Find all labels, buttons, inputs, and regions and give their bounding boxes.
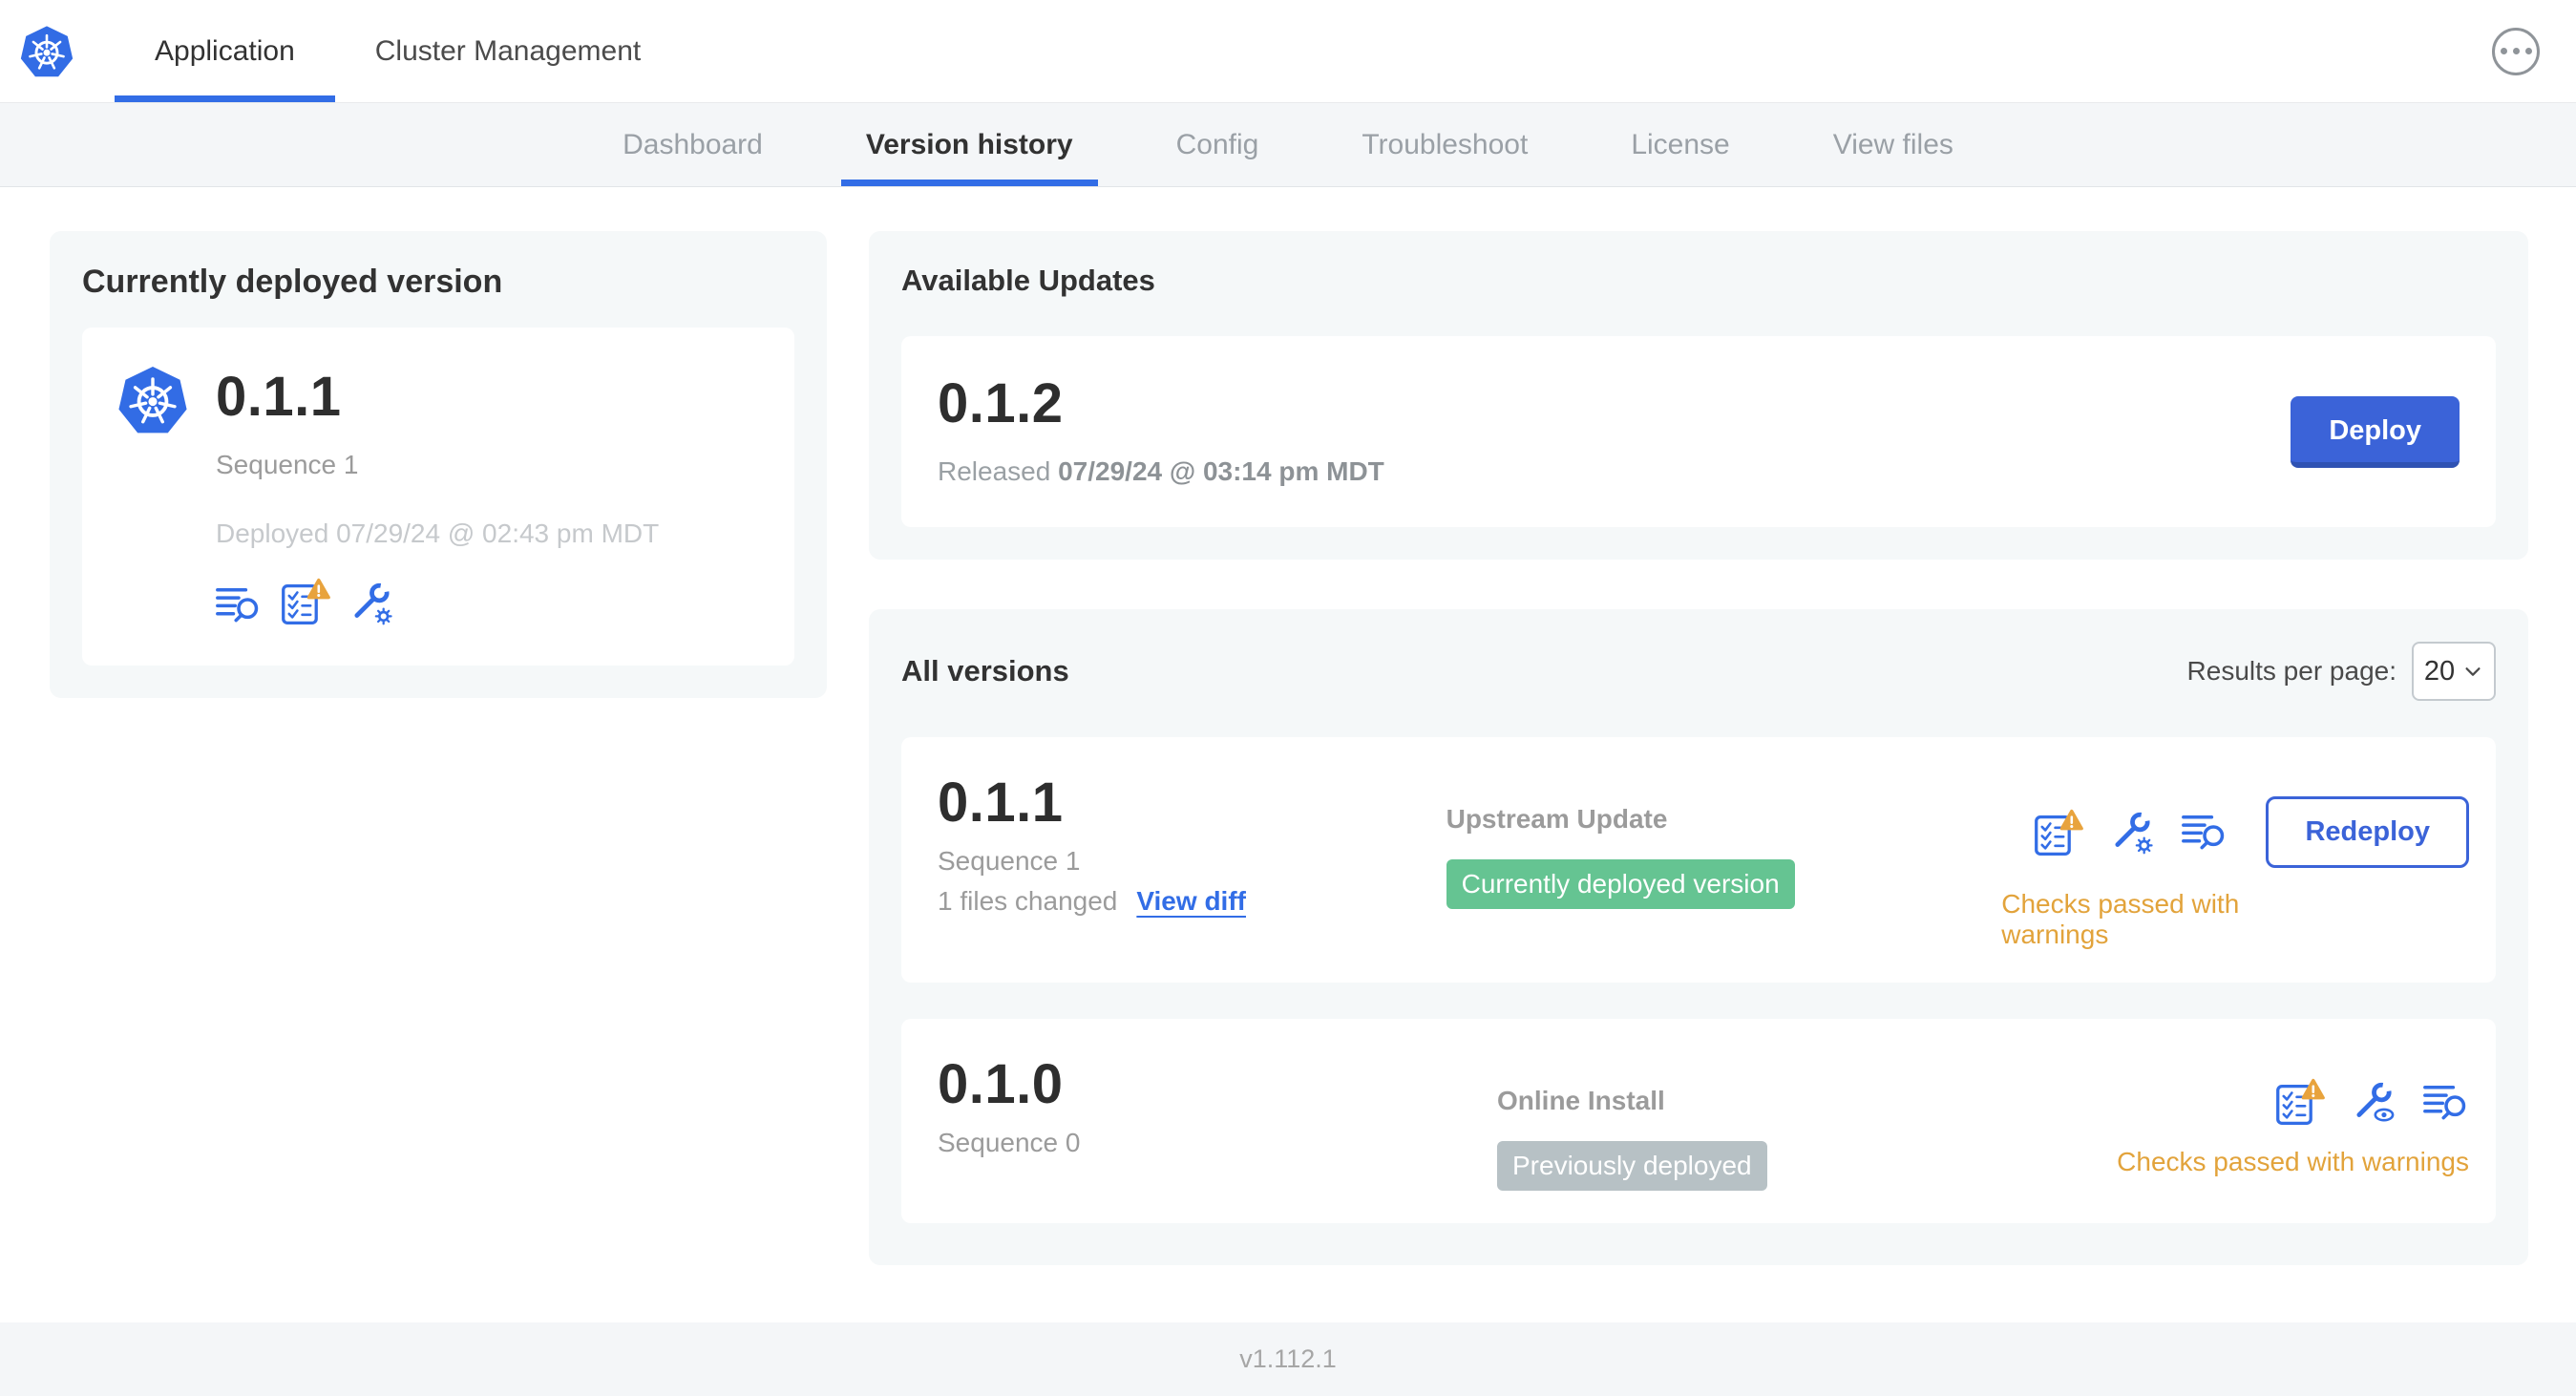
version-source: Online Install Previously deployed	[1497, 1057, 2108, 1191]
action-icons	[2275, 1078, 2469, 1126]
version-actions: Checks passed with warnings	[2117, 1057, 2469, 1177]
available-updates-title: Available Updates	[901, 264, 1155, 297]
status-badge: Previously deployed	[1497, 1141, 1767, 1191]
currently-deployed-title: Currently deployed version	[82, 264, 503, 300]
currently-deployed-panel: Currently deployed version 0.1.1 Sequenc…	[50, 231, 827, 698]
right-column: Available Updates 0.1.2 Released 07/29/2…	[869, 231, 2528, 1265]
available-update-card: 0.1.2 Released 07/29/24 @ 03:14 pm MDT D…	[901, 336, 2496, 527]
kubernetes-logo	[19, 0, 74, 102]
deployed-sequence: Sequence 1	[216, 450, 359, 479]
view-logs-icon[interactable]	[216, 584, 262, 625]
kots-admin-console: Application Cluster Management Dashboard…	[0, 0, 2576, 1396]
view-config-icon[interactable]	[2352, 1080, 2397, 1125]
version-row-0-1-0: 0.1.0 Sequence 0 Online Install Previous…	[901, 1019, 2496, 1223]
source-label: Upstream Update	[1446, 804, 1668, 834]
version-number: 0.1.0	[938, 1053, 1064, 1115]
released-timestamp: 07/29/24 @ 03:14 pm MDT	[1058, 456, 1384, 486]
source-label: Online Install	[1497, 1086, 1665, 1115]
view-logs-icon[interactable]	[2182, 812, 2228, 853]
tab-version-history-label: Version history	[865, 128, 1073, 160]
top-navbar: Application Cluster Management	[0, 0, 2576, 103]
released-label: Released	[938, 456, 1051, 486]
tab-config[interactable]: Config	[1125, 103, 1311, 186]
files-changed-line: 1 files changed View diff	[938, 886, 1446, 917]
preflight-warning-icon[interactable]	[281, 578, 330, 625]
tab-license[interactable]: License	[1579, 103, 1781, 186]
tab-config-label: Config	[1175, 128, 1259, 160]
ellipsis-icon	[2500, 48, 2507, 54]
preflight-status-text: Checks passed with warnings	[2117, 1147, 2469, 1176]
action-icons: Redeploy	[2034, 796, 2469, 868]
update-released-line: Released 07/29/24 @ 03:14 pm MDT	[938, 456, 1384, 487]
tab-troubleshoot-label: Troubleshoot	[1362, 128, 1529, 160]
status-badge: Currently deployed version	[1446, 859, 1795, 909]
tab-view-files[interactable]: View files	[1782, 103, 2005, 186]
tab-version-history[interactable]: Version history	[814, 103, 1125, 186]
all-versions-title: All versions	[901, 654, 1069, 687]
footer: v1.112.1	[0, 1322, 2576, 1396]
all-versions-panel: All versions Results per page: 20 0.1.1 …	[869, 609, 2528, 1265]
tab-dashboard[interactable]: Dashboard	[571, 103, 814, 186]
tab-troubleshoot[interactable]: Troubleshoot	[1310, 103, 1579, 186]
update-version-number: 0.1.2	[938, 372, 1064, 434]
version-row-0-1-1: 0.1.1 Sequence 1 1 files changed View di…	[901, 737, 2496, 983]
ellipsis-icon	[2524, 48, 2532, 54]
available-update-info: 0.1.2 Released 07/29/24 @ 03:14 pm MDT	[938, 376, 1384, 487]
preflight-warning-icon[interactable]	[2275, 1078, 2325, 1126]
kubernetes-logo-icon	[19, 24, 74, 79]
preflight-status-text: Checks passed with warnings	[2001, 889, 2240, 949]
version-sequence: Sequence 0	[938, 1128, 1081, 1157]
deployed-version-number: 0.1.1	[216, 366, 342, 428]
more-options-button[interactable]	[2492, 27, 2540, 75]
edit-config-icon[interactable]	[2110, 810, 2155, 855]
results-per-page-label: Results per page:	[2186, 656, 2397, 686]
tab-view-files-label: View files	[1832, 128, 1953, 160]
results-per-page: Results per page: 20	[2187, 642, 2496, 701]
version-info: 0.1.0 Sequence 0	[938, 1057, 1497, 1158]
view-diff-link[interactable]: View diff	[1136, 886, 1246, 917]
all-versions-header: All versions Results per page: 20	[901, 642, 2496, 701]
ellipsis-icon	[2512, 48, 2520, 54]
app-subnav: Dashboard Version history Config Trouble…	[0, 103, 2576, 187]
files-changed-label: 1 files changed	[938, 886, 1118, 916]
version-source: Upstream Update Currently deployed versi…	[1446, 775, 2002, 909]
results-per-page-select[interactable]: 20	[2412, 642, 2496, 701]
version-sequence: Sequence 1	[938, 846, 1081, 876]
edit-config-icon[interactable]	[349, 581, 394, 625]
tab-cluster-management-label: Cluster Management	[374, 34, 642, 67]
tab-dashboard-label: Dashboard	[623, 128, 763, 160]
currently-deployed-card: 0.1.1 Sequence 1 Deployed 07/29/24 @ 02:…	[82, 328, 794, 666]
tab-cluster-management[interactable]: Cluster Management	[335, 0, 681, 102]
tab-license-label: License	[1631, 128, 1730, 160]
tab-application-label: Application	[155, 34, 295, 67]
version-actions: Redeploy Checks passed with warnings	[2001, 775, 2469, 950]
results-per-page-value: 20	[2423, 655, 2456, 687]
deploy-button[interactable]: Deploy	[2291, 395, 2460, 468]
version-info: 0.1.1 Sequence 1 1 files changed View di…	[938, 775, 1446, 917]
preflight-warning-icon[interactable]	[2034, 809, 2083, 857]
chevron-down-icon	[2462, 661, 2483, 682]
app-kubernetes-logo-icon	[116, 364, 189, 436]
version-history-page: Currently deployed version 0.1.1 Sequenc…	[0, 187, 2576, 1322]
deployed-version-actions	[216, 578, 659, 625]
view-logs-icon[interactable]	[2423, 1082, 2469, 1123]
console-version: v1.112.1	[1239, 1344, 1337, 1373]
tab-application[interactable]: Application	[115, 0, 335, 102]
app-nav-tabs: Application Cluster Management	[115, 0, 681, 102]
redeploy-button[interactable]: Redeploy	[2266, 796, 2469, 868]
deployed-timestamp: Deployed 07/29/24 @ 02:43 pm MDT	[216, 518, 660, 548]
available-updates-panel: Available Updates 0.1.2 Released 07/29/2…	[869, 231, 2528, 560]
version-number: 0.1.1	[938, 772, 1064, 834]
